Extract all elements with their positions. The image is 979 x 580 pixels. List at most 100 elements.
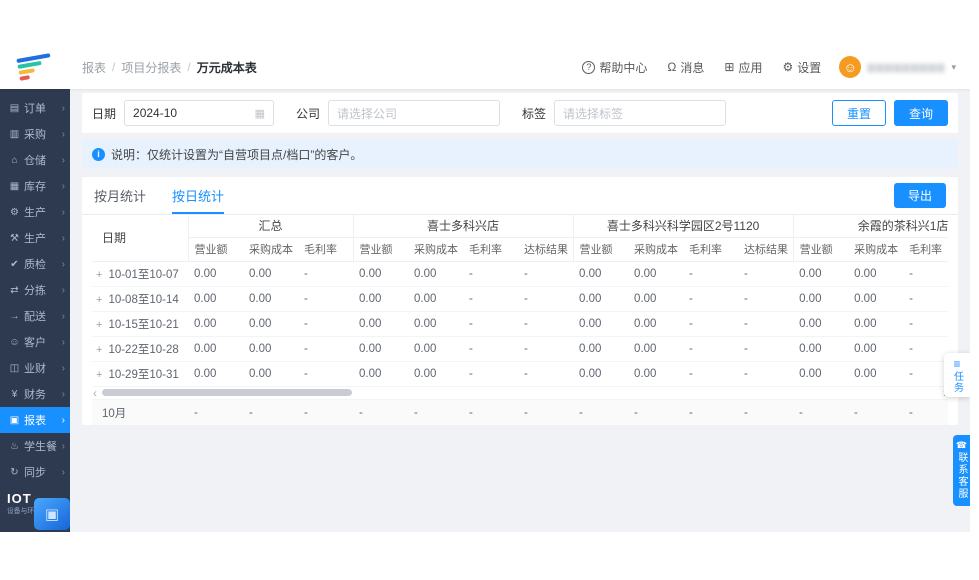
table-row: +10-08至10-14 0.00 0.00-0.00 0.00- -0.00 0.00-… [92, 286, 948, 312]
reports-icon: ▣ [9, 414, 20, 426]
value-cell: 0.00 [353, 361, 409, 387]
delivery-icon: → [9, 310, 20, 322]
summary-value-cell: - [194, 406, 198, 419]
value-cell: - [518, 361, 574, 387]
sidebar-item-label: 报表 [24, 415, 46, 427]
sidebar-item-9[interactable]: ☺ 客户 › [0, 329, 70, 355]
summary-value-cell: - [304, 406, 308, 419]
value-cell: - [463, 361, 519, 387]
sidebar-item-5[interactable]: ⚒ 生产 › [0, 225, 70, 251]
sidebar-item-12[interactable]: ▣ 报表 › [0, 407, 70, 433]
scroll-left-icon[interactable]: ‹ [93, 387, 97, 399]
scrollbar-thumb[interactable] [102, 388, 352, 396]
sidebar-item-0[interactable]: ▤ 订单 › [0, 95, 70, 121]
value-cell: 0.00 [188, 286, 243, 312]
value-cell: 0.00 [628, 261, 684, 287]
header-action-messages[interactable]: Ω 消息 [667, 59, 704, 76]
column-header: 采购成本 [628, 237, 684, 262]
value-cell: 0.00 [573, 361, 629, 387]
breadcrumb-item[interactable]: 报表 [82, 59, 106, 76]
tab-1[interactable]: 按日统计 [172, 177, 225, 214]
value-cell: - [518, 311, 574, 337]
sidebar-item-4[interactable]: ⚙ 生产 › [0, 199, 70, 225]
sidebar-item-3[interactable]: ▦ 库存 › [0, 173, 70, 199]
breadcrumb-item[interactable]: 项目分报表 [121, 59, 181, 76]
orders-icon: ▤ [9, 102, 20, 114]
header-action-settings[interactable]: ⚙ 设置 [782, 59, 821, 76]
export-button[interactable]: 导出 [893, 183, 946, 208]
header-action-help-center[interactable]: ? 帮助中心 [582, 59, 647, 76]
value-cell: 0.00 [188, 336, 243, 362]
tabs-list: 按月统计 按日统计 [94, 177, 250, 214]
expand-icon[interactable]: + [96, 294, 102, 306]
sidebar-item-label: 库存 [24, 181, 46, 193]
header-action-apps[interactable]: ⊞ 应用 [724, 59, 762, 76]
value-cell: - [518, 336, 574, 362]
tag-select[interactable]: 请选择标签 [554, 100, 727, 126]
horizontal-scrollbar[interactable] [100, 388, 940, 397]
sidebar-item-label: 同步 [24, 467, 46, 479]
summary-label: 10月 [102, 407, 127, 420]
tab-0[interactable]: 按月统计 [94, 177, 146, 214]
summary-value-cell: - [854, 406, 858, 419]
summary-value-cell: - [579, 406, 583, 419]
column-header: 营业额 [353, 237, 409, 262]
header-actions: ? 帮助中心 Ω 消息 ⊞ 应用 ⚙ 设置 [582, 59, 821, 76]
value-cell: 0.00 [353, 336, 409, 362]
top-header: 报表 / 项目分报表 / 万元成本表 ? 帮助中心 Ω 消息 ⊞ 应用 ⚙ 设置 ☺ ▆▆▆▆▆▆▆▆… [0, 45, 970, 89]
sidebar-item-13[interactable]: ♨ 学生餐 › [0, 433, 70, 459]
sidebar-item-14[interactable]: ↻ 同步 › [0, 459, 70, 485]
production-icon: ⚙ [10, 206, 19, 218]
tasks-widget[interactable]: ≡ 任务 [944, 353, 970, 397]
apps-icon: ⊞ [724, 60, 735, 74]
sidebar-item-label: 客户 [24, 337, 46, 349]
value-cell: - [463, 336, 519, 362]
value-cell: 0.00 [848, 286, 904, 312]
query-button[interactable]: 查询 [893, 100, 948, 126]
chevron-down-icon: ▾ [951, 61, 956, 72]
value-cell: - [298, 361, 354, 387]
expand-icon[interactable]: + [96, 269, 102, 281]
user-name: ▆▆▆▆▆▆▆▆▆ [867, 61, 946, 73]
user-chip[interactable]: ☺ ▆▆▆▆▆▆▆▆▆ ▾ [839, 56, 956, 78]
value-cell: - [903, 361, 948, 387]
value-cell: - [683, 361, 739, 387]
sidebar-item-label: 采购 [24, 129, 46, 141]
expand-icon[interactable]: + [96, 344, 102, 356]
production-2-icon: ⚒ [10, 232, 19, 244]
date-column-header: 日期 [92, 215, 189, 262]
sidebar-item-7[interactable]: ⇄ 分拣 › [0, 277, 70, 303]
sidebar-item-6[interactable]: ✔ 质检 › [0, 251, 70, 277]
value-cell: - [463, 261, 519, 287]
row-date-cell: +10-15至10-21 [92, 311, 188, 337]
sidebar-item-11[interactable]: ¥ 财务 › [0, 381, 70, 407]
sidebar-item-label: 学生餐 [24, 441, 57, 453]
expand-icon[interactable]: + [96, 369, 102, 381]
sidebar-item-label: 财务 [24, 389, 46, 401]
inventory-icon: ▦ [9, 180, 20, 192]
customers-icon: ☺ [9, 336, 20, 348]
column-header: 采购成本 [243, 237, 298, 262]
app-logo[interactable] [0, 45, 70, 89]
sidebar-item-2[interactable]: ⌂ 仓储 › [0, 147, 70, 173]
column-header: 毛利率 [298, 237, 354, 262]
tag-placeholder: 请选择标签 [563, 106, 624, 121]
value-cell: - [518, 286, 574, 312]
value-cell: - [903, 261, 948, 287]
value-cell: 0.00 [793, 261, 849, 287]
sidebar-item-label: 配送 [24, 311, 46, 323]
sidebar-item-1[interactable]: ▥ 采购 › [0, 121, 70, 147]
company-placeholder: 请选择公司 [337, 106, 398, 121]
sync-icon: ↻ [10, 466, 19, 478]
sidebar-item-8[interactable]: → 配送 › [0, 303, 70, 329]
date-input[interactable]: 2024-10 ▦ [124, 100, 275, 126]
sidebar-item-10[interactable]: ◫ 业财 › [0, 355, 70, 381]
value-cell: 0.00 [353, 286, 409, 312]
customer-service-button[interactable]: ☎ 联系客服 [953, 435, 970, 506]
finance-icon: ¥ [11, 388, 18, 400]
sidebar-menu: ▤ 订单 › ▥ 采购 › ⌂ 仓储 › ▦ 库存 › ⚙ 生产 › ⚒ 生产 › ✔ 质检 › ⇄ 分拣 › → 配送 › ☺ 客户 ›… [0, 89, 70, 485]
expand-icon[interactable]: + [96, 319, 102, 331]
company-select[interactable]: 请选择公司 [328, 100, 501, 126]
reset-button[interactable]: 重置 [831, 100, 886, 126]
value-cell: 0.00 [408, 336, 464, 362]
